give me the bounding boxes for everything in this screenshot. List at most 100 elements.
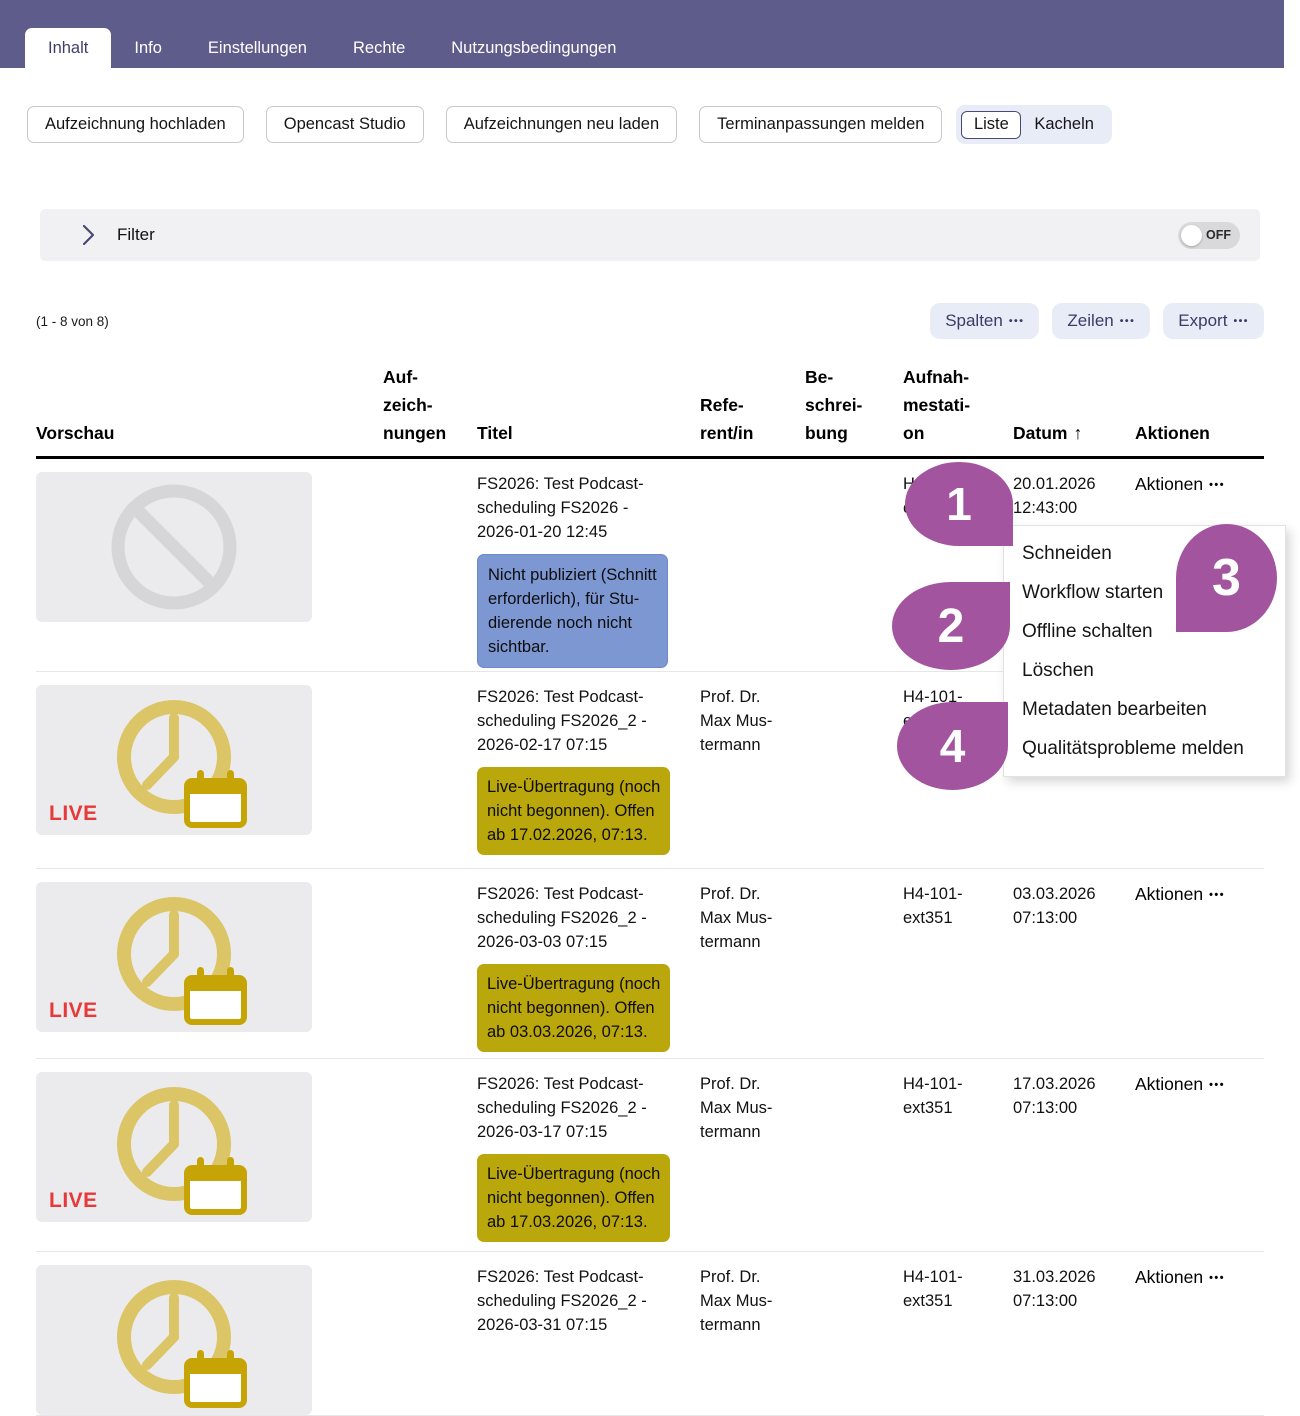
referent-cell: Prof. Dr. Max Mus- termann	[700, 685, 805, 868]
referent-cell	[700, 472, 805, 671]
table-row: FS2026: Test Podcast- scheduling FS2026_…	[36, 1252, 1264, 1416]
reload-recordings-button[interactable]: Aufzeichnungen neu laden	[446, 106, 677, 143]
col-vorschau: Vorschau	[36, 419, 383, 447]
col-beschreibung: Be- schrei- bung	[805, 363, 903, 447]
ellipsis-icon: •••	[1120, 315, 1136, 327]
columns-button[interactable]: Spalten•••	[930, 303, 1039, 339]
date-cell: 31.03.2026 07:13:00	[1013, 1265, 1135, 1415]
station-cell: H4-101- ext351	[903, 1265, 1013, 1415]
annotation-callout-3: 3	[1176, 524, 1277, 632]
preview-thumbnail[interactable]: LIVE	[36, 685, 312, 835]
col-aktionen: Aktionen	[1135, 419, 1264, 447]
ellipsis-icon: •••	[1209, 889, 1225, 901]
tab-rechte[interactable]: Rechte	[330, 28, 428, 68]
tab-inhalt[interactable]: Inhalt	[25, 28, 111, 68]
ellipsis-icon: •••	[1233, 315, 1249, 327]
station-cell: H4-101- ext351	[903, 1072, 1013, 1251]
view-toggle-list[interactable]: Liste	[961, 111, 1021, 139]
date-cell: 03.03.2026 07:13:00	[1013, 882, 1135, 1058]
recordings-cell	[383, 472, 477, 671]
sort-asc-icon: ↑	[1073, 423, 1082, 443]
rows-button[interactable]: Zeilen•••	[1052, 303, 1150, 339]
export-button[interactable]: Export•••	[1163, 303, 1264, 339]
preview-cell: LIVE	[36, 1072, 383, 1251]
preview-cell	[36, 472, 383, 671]
description-cell	[805, 1072, 903, 1251]
col-titel: Titel	[477, 419, 700, 447]
referent-cell: Prof. Dr. Max Mus- termann	[700, 1265, 805, 1415]
ellipsis-icon: •••	[1209, 479, 1225, 491]
status-badge: Live-Übertragung (noch nicht begonnen). …	[477, 1154, 670, 1242]
annotation-callout-2: 2	[892, 582, 1010, 670]
toggle-state-label: OFF	[1206, 228, 1231, 242]
col-aufzeichnungen: Auf- zeich- nungen	[383, 363, 477, 447]
status-badge: Live-Übertragung (noch nicht begonnen). …	[477, 964, 670, 1052]
page: Inhalt Info Einstellungen Rechte Nutzung…	[0, 0, 1300, 1320]
recordings-cell	[383, 1072, 477, 1251]
filter-bar[interactable]: Filter OFF	[40, 209, 1260, 261]
title-cell: FS2026: Test Podcast- scheduling FS2026_…	[477, 1072, 700, 1251]
table-option-buttons: Spalten••• Zeilen••• Export•••	[930, 303, 1264, 339]
referent-cell: Prof. Dr. Max Mus- termann	[700, 882, 805, 1058]
referent-cell: Prof. Dr. Max Mus- termann	[700, 1072, 805, 1251]
preview-thumbnail[interactable]: LIVE	[36, 1072, 312, 1222]
tab-nutzungsbedingungen[interactable]: Nutzungsbedingungen	[428, 28, 639, 68]
description-cell	[805, 1265, 903, 1415]
preview-thumbnail[interactable]: LIVE	[36, 882, 312, 1032]
view-toggle-tiles[interactable]: Kacheln	[1021, 110, 1107, 139]
preview-thumbnail[interactable]	[36, 1265, 312, 1415]
table-header: Vorschau Auf- zeich- nungen Titel Refe- …	[36, 363, 1264, 459]
menu-item-qualitaetsprobleme-melden[interactable]: Qualitätsprobleme melden	[1004, 729, 1285, 768]
upload-recording-button[interactable]: Aufzeichnung hochladen	[27, 106, 244, 143]
recording-title: FS2026: Test Podcast- scheduling FS2026_…	[477, 1265, 700, 1337]
row-actions-button[interactable]: Aktionen•••	[1135, 882, 1264, 1058]
report-schedule-changes-button[interactable]: Terminanpassungen melden	[699, 106, 942, 143]
annotation-callout-4: 4	[897, 702, 1008, 790]
top-nav: Inhalt Info Einstellungen Rechte Nutzung…	[0, 0, 1284, 68]
filter-off-toggle[interactable]: OFF	[1178, 222, 1240, 249]
view-toggle: Liste Kacheln	[956, 105, 1112, 144]
title-cell: FS2026: Test Podcast- scheduling FS2026_…	[477, 685, 700, 868]
scheduled-clock-calendar-icon	[36, 1265, 312, 1415]
title-cell: FS2026: Test Podcast- scheduling FS2026_…	[477, 882, 700, 1058]
table-row: LIVE FS2026: Test Podcast- scheduling FS…	[36, 1059, 1264, 1252]
recordings-table: Vorschau Auf- zeich- nungen Titel Refe- …	[36, 363, 1264, 1416]
opencast-studio-button[interactable]: Opencast Studio	[266, 106, 424, 143]
station-cell: H4-101- ext351	[903, 882, 1013, 1058]
col-referent: Refe- rent/in	[700, 391, 805, 447]
preview-cell	[36, 1265, 383, 1415]
recordings-cell	[383, 882, 477, 1058]
ellipsis-icon: •••	[1209, 1272, 1225, 1284]
col-aufnahmestation: Aufnah- mestati- on	[903, 363, 1013, 447]
description-cell	[805, 882, 903, 1058]
annotation-callout-1: 1	[905, 462, 1013, 546]
toolbar: Aufzeichnung hochladen Opencast Studio A…	[27, 105, 1300, 144]
recording-title: FS2026: Test Podcast- scheduling FS2026_…	[477, 1072, 700, 1144]
title-cell: FS2026: Test Podcast- scheduling FS2026_…	[477, 1265, 700, 1415]
tab-info[interactable]: Info	[111, 28, 185, 68]
menu-item-loeschen[interactable]: Löschen	[1004, 651, 1285, 690]
live-badge: LIVE	[49, 802, 98, 826]
row-actions-button[interactable]: Aktionen•••	[1135, 1265, 1264, 1415]
blocked-icon	[36, 472, 312, 622]
preview-thumbnail[interactable]	[36, 472, 312, 622]
status-badge: Live-Übertragung (noch nicht begonnen). …	[477, 767, 670, 855]
recordings-cell	[383, 1265, 477, 1415]
col-datum-sort[interactable]: Datum↑	[1013, 419, 1135, 447]
live-badge: LIVE	[49, 999, 98, 1023]
ellipsis-icon: •••	[1209, 1079, 1225, 1091]
preview-cell: LIVE	[36, 685, 383, 868]
recordings-cell	[383, 685, 477, 868]
ellipsis-icon: •••	[1009, 315, 1025, 327]
row-actions-button[interactable]: Aktionen•••	[1135, 1072, 1264, 1251]
filter-label: Filter	[117, 225, 155, 245]
result-count: (1 - 8 von 8)	[36, 314, 109, 329]
status-badge: Nicht publiziert (Schnitt erforderlich),…	[477, 554, 668, 668]
live-badge: LIVE	[49, 1189, 98, 1213]
table-row: LIVE FS2026: Test Podcast- scheduling FS…	[36, 869, 1264, 1059]
menu-item-metadaten-bearbeiten[interactable]: Metadaten bearbeiten	[1004, 690, 1285, 729]
list-controls: (1 - 8 von 8) Spalten••• Zeilen••• Expor…	[36, 303, 1264, 339]
tab-einstellungen[interactable]: Einstellungen	[185, 28, 330, 68]
description-cell	[805, 685, 903, 868]
toggle-knob	[1181, 225, 1202, 246]
